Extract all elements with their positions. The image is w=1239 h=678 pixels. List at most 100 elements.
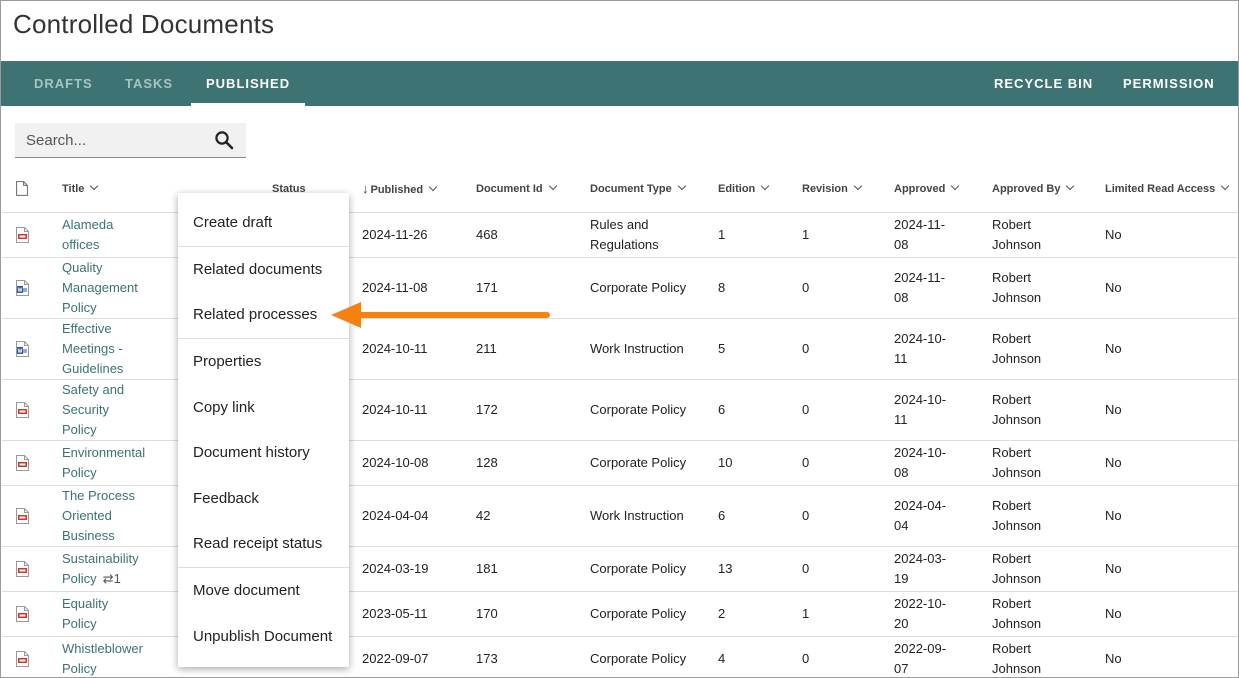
approved-cell: 2024-10- 11 — [894, 318, 992, 380]
approved-by-text: Johnson — [992, 289, 1042, 305]
column-header-document-type[interactable]: Document Type — [590, 166, 718, 213]
column-title-label: Title — [62, 182, 85, 195]
column-document-id-label: Document Id — [476, 182, 543, 195]
approved-by-text: Robert — [992, 595, 1032, 611]
tab-tasks[interactable]: TASKS — [125, 61, 173, 106]
document-title-link[interactable]: Safety and — [62, 382, 124, 397]
column-header-approved-by[interactable]: Approved By — [992, 166, 1105, 213]
document-title-link[interactable]: Business — [62, 528, 115, 543]
revision-cell: 0 — [802, 546, 894, 592]
document-title-link[interactable]: Guidelines — [62, 361, 123, 376]
approved-by-text: Robert — [992, 216, 1032, 232]
document-title-link[interactable]: Management — [62, 280, 138, 295]
document-title-link[interactable]: The Process — [62, 488, 135, 503]
recycle-bin-button[interactable]: RECYCLE BIN — [994, 61, 1093, 106]
menu-item-unpublish-document[interactable]: Unpublish Document — [178, 627, 349, 647]
document-title-link[interactable]: Environmental — [62, 445, 145, 460]
document-title-link[interactable]: Policy — [62, 422, 97, 437]
document-id-cell: 172 — [476, 379, 590, 441]
callout-arrow — [331, 302, 550, 328]
pdf-icon — [16, 454, 29, 471]
app-window: Controlled Documents DRAFTS TASKS PUBLIS… — [0, 0, 1239, 678]
menu-item-related-processes[interactable]: Related processes — [178, 305, 349, 325]
document-title-link[interactable]: Oriented — [62, 508, 112, 523]
document-title-link[interactable]: Policy — [62, 616, 97, 631]
column-limited-read-access-label: Limited Read Access — [1105, 182, 1216, 195]
approved-by-text: Johnson — [992, 517, 1042, 533]
approved-date-text: 08 — [894, 236, 909, 252]
chevron-down-icon — [677, 181, 686, 190]
document-title-link[interactable]: offices — [62, 237, 99, 252]
related-links-count[interactable]: ⇄1 — [103, 571, 121, 586]
document-title-link[interactable]: Alameda — [62, 217, 113, 232]
chevron-down-icon — [1221, 181, 1230, 190]
column-header-approved[interactable]: Approved — [894, 166, 992, 213]
menu-item-create-draft[interactable]: Create draft — [178, 213, 349, 233]
column-header-revision[interactable]: Revision — [802, 166, 894, 213]
document-title-link[interactable]: Policy — [62, 465, 97, 480]
menu-item-read-receipt-status[interactable]: Read receipt status — [178, 534, 349, 554]
document-type-text: Rules and — [590, 216, 649, 232]
published-cell: 2024-10-11 — [362, 379, 476, 441]
limited-read-access-cell: No — [1105, 546, 1238, 592]
approved-by-text: Johnson — [992, 464, 1042, 480]
edition-cell: 5 — [718, 318, 802, 380]
document-title-link[interactable]: Effective — [62, 321, 112, 336]
approved-date-text: 2022-10- — [894, 595, 947, 611]
document-id-cell: 468 — [476, 212, 590, 258]
document-title-link[interactable]: Whistleblower — [62, 641, 143, 656]
document-title-link[interactable]: Policy — [62, 300, 97, 315]
approved-cell: 2024-11- 08 — [894, 257, 992, 319]
limited-read-access-cell: No — [1105, 440, 1238, 486]
approved-cell: 2024-03- 19 — [894, 546, 992, 592]
revision-cell: 0 — [802, 485, 894, 547]
search-input[interactable] — [15, 123, 205, 157]
column-edition-label: Edition — [718, 182, 756, 195]
edition-cell: 2 — [718, 591, 802, 637]
menu-item-related-documents[interactable]: Related documents — [178, 260, 349, 280]
permission-button[interactable]: PERMISSION — [1123, 61, 1215, 106]
document-id-cell: 173 — [476, 636, 590, 677]
published-cell: 2023-05-11 — [362, 591, 476, 637]
column-revision-label: Revision — [802, 182, 848, 195]
revision-cell: 0 — [802, 379, 894, 441]
document-title-link[interactable]: Policy — [62, 571, 97, 586]
column-published-label: Published — [370, 184, 424, 197]
document-title-link[interactable]: Equality — [62, 596, 108, 611]
document-title-link[interactable]: Sustainability — [62, 551, 139, 566]
menu-item-document-history[interactable]: Document history — [178, 443, 349, 463]
column-document-type-label: Document Type — [590, 182, 672, 195]
published-cell: 2024-04-04 — [362, 485, 476, 547]
search-icon[interactable] — [214, 130, 234, 150]
menu-item-feedback[interactable]: Feedback — [178, 489, 349, 509]
column-header-edition[interactable]: Edition — [718, 166, 802, 213]
limited-read-access-cell: No — [1105, 257, 1238, 319]
menu-item-move-document[interactable]: Move document — [178, 581, 349, 601]
column-header-document-id[interactable]: Document Id — [476, 166, 590, 213]
tab-published[interactable]: PUBLISHED — [190, 61, 306, 106]
document-id-cell: 42 — [476, 485, 590, 547]
page-title: Controlled Documents — [13, 9, 275, 39]
document-type-text: Work Instruction — [590, 340, 684, 356]
approved-date-text: 2024-11- — [894, 216, 946, 232]
menu-item-properties[interactable]: Properties — [178, 352, 349, 372]
tab-drafts[interactable]: DRAFTS — [34, 61, 93, 106]
limited-read-access-cell: No — [1105, 318, 1238, 380]
document-title-link[interactable]: Meetings - — [62, 341, 123, 356]
column-header-limited-read-access[interactable]: Limited Read Access — [1105, 166, 1238, 213]
document-title-link[interactable]: Quality — [62, 260, 102, 275]
column-header-published[interactable]: ↓ Published — [362, 166, 476, 213]
menu-item-copy-link[interactable]: Copy link — [178, 398, 349, 418]
approved-by-cell: Robert Johnson — [992, 379, 1105, 441]
document-id-cell: 181 — [476, 546, 590, 592]
document-type-cell: Corporate Policy — [590, 636, 718, 677]
approved-by-text: Robert — [992, 444, 1032, 460]
approved-date-text: 2024-11- — [894, 269, 946, 285]
approved-date-text: 2022-09- — [894, 640, 947, 656]
document-type-text: Corporate Policy — [590, 279, 687, 295]
document-title-link[interactable]: Security — [62, 402, 109, 417]
document-title-link[interactable]: Policy — [62, 661, 97, 676]
menu-divider — [178, 246, 349, 247]
document-type-text: Corporate Policy — [590, 650, 687, 666]
document-id-cell: 128 — [476, 440, 590, 486]
